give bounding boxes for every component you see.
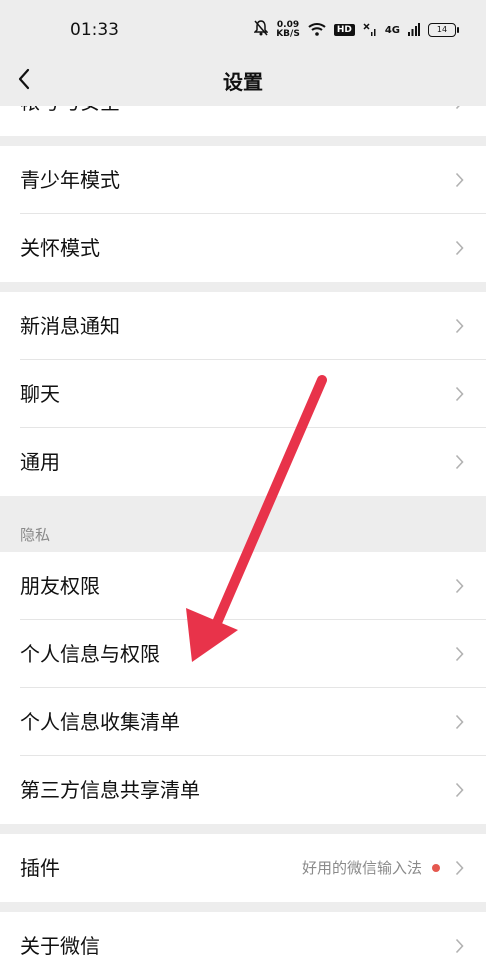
hd-badge: HD [333, 24, 355, 36]
network-speed: 0.09 KB/S [276, 20, 300, 39]
row-label: 插件 [20, 856, 60, 880]
chevron-right-icon [455, 938, 464, 954]
row-label: 关于微信 [20, 934, 100, 958]
red-dot-badge [432, 864, 440, 872]
chevron-right-icon [455, 714, 464, 730]
status-icons: 0.09 KB/S HD 4G 14 [253, 18, 459, 42]
row-label: 新消息通知 [20, 314, 120, 338]
plugin-hint: 好用的微信输入法 [302, 834, 440, 902]
plugin-hint-text: 好用的微信输入法 [301, 859, 422, 877]
chevron-right-icon [455, 172, 464, 188]
group-account: 帐号与安全 [0, 106, 486, 136]
group-plugins: 插件 好用的微信输入法 [0, 834, 486, 902]
section-header-privacy: 隐私 [0, 496, 486, 552]
page-title: 设置 [223, 70, 263, 94]
row-label: 关怀模式 [20, 236, 100, 260]
row-personal-info-permissions[interactable]: 个人信息与权限 [0, 620, 486, 688]
group-general: 新消息通知 聊天 通用 [0, 292, 486, 496]
row-youth-mode[interactable]: 青少年模式 [0, 146, 486, 214]
group-modes: 青少年模式 关怀模式 [0, 146, 486, 282]
row-label: 聊天 [20, 382, 60, 406]
row-personal-info-collection[interactable]: 个人信息收集清单 [0, 688, 486, 756]
row-label: 个人信息收集清单 [20, 710, 180, 734]
row-plugins[interactable]: 插件 好用的微信输入法 [0, 834, 486, 902]
signal-bars-icon [408, 21, 420, 40]
row-label: 个人信息与权限 [20, 642, 160, 666]
signal-off-icon [363, 21, 377, 40]
row-label: 朋友权限 [20, 574, 100, 598]
row-care-mode[interactable]: 关怀模式 [0, 214, 486, 282]
group-about: 关于微信 [0, 912, 486, 960]
section-title: 隐私 [20, 526, 51, 544]
chevron-right-icon [455, 106, 460, 110]
status-bar: 01:33 0.09 KB/S HD 4G 14 [0, 0, 486, 58]
network-type: 4G [384, 24, 400, 36]
mute-bell-icon [253, 20, 270, 40]
row-third-party-sharing[interactable]: 第三方信息共享清单 [0, 756, 486, 824]
row-friends-permissions[interactable]: 朋友权限 [0, 552, 486, 620]
row-account-security[interactable]: 帐号与安全 [0, 106, 486, 136]
row-label: 通用 [20, 450, 60, 474]
chevron-right-icon [455, 240, 464, 256]
row-about-wechat[interactable]: 关于微信 [0, 912, 486, 960]
row-general[interactable]: 通用 [0, 428, 486, 496]
chevron-right-icon [455, 782, 464, 798]
row-new-message-notify[interactable]: 新消息通知 [0, 292, 486, 360]
wifi-icon [308, 21, 326, 40]
chevron-right-icon [455, 860, 464, 876]
nav-bar: 设置 [0, 58, 486, 106]
chevron-right-icon [455, 578, 464, 594]
row-label: 第三方信息共享清单 [20, 778, 200, 802]
chevron-right-icon [455, 318, 464, 334]
group-privacy: 朋友权限 个人信息与权限 个人信息收集清单 第三方信息共享清单 [0, 552, 486, 824]
settings-list[interactable]: 帐号与安全 青少年模式 关怀模式 新消息通知 聊天 [0, 106, 486, 960]
chevron-right-icon [455, 386, 464, 402]
status-time: 01:33 [70, 20, 119, 40]
battery-icon: 14 [428, 23, 459, 37]
row-label: 帐号与安全 [20, 106, 120, 136]
chevron-right-icon [455, 454, 464, 470]
row-chat[interactable]: 聊天 [0, 360, 486, 428]
row-label: 青少年模式 [20, 168, 120, 192]
chevron-right-icon [455, 646, 464, 662]
